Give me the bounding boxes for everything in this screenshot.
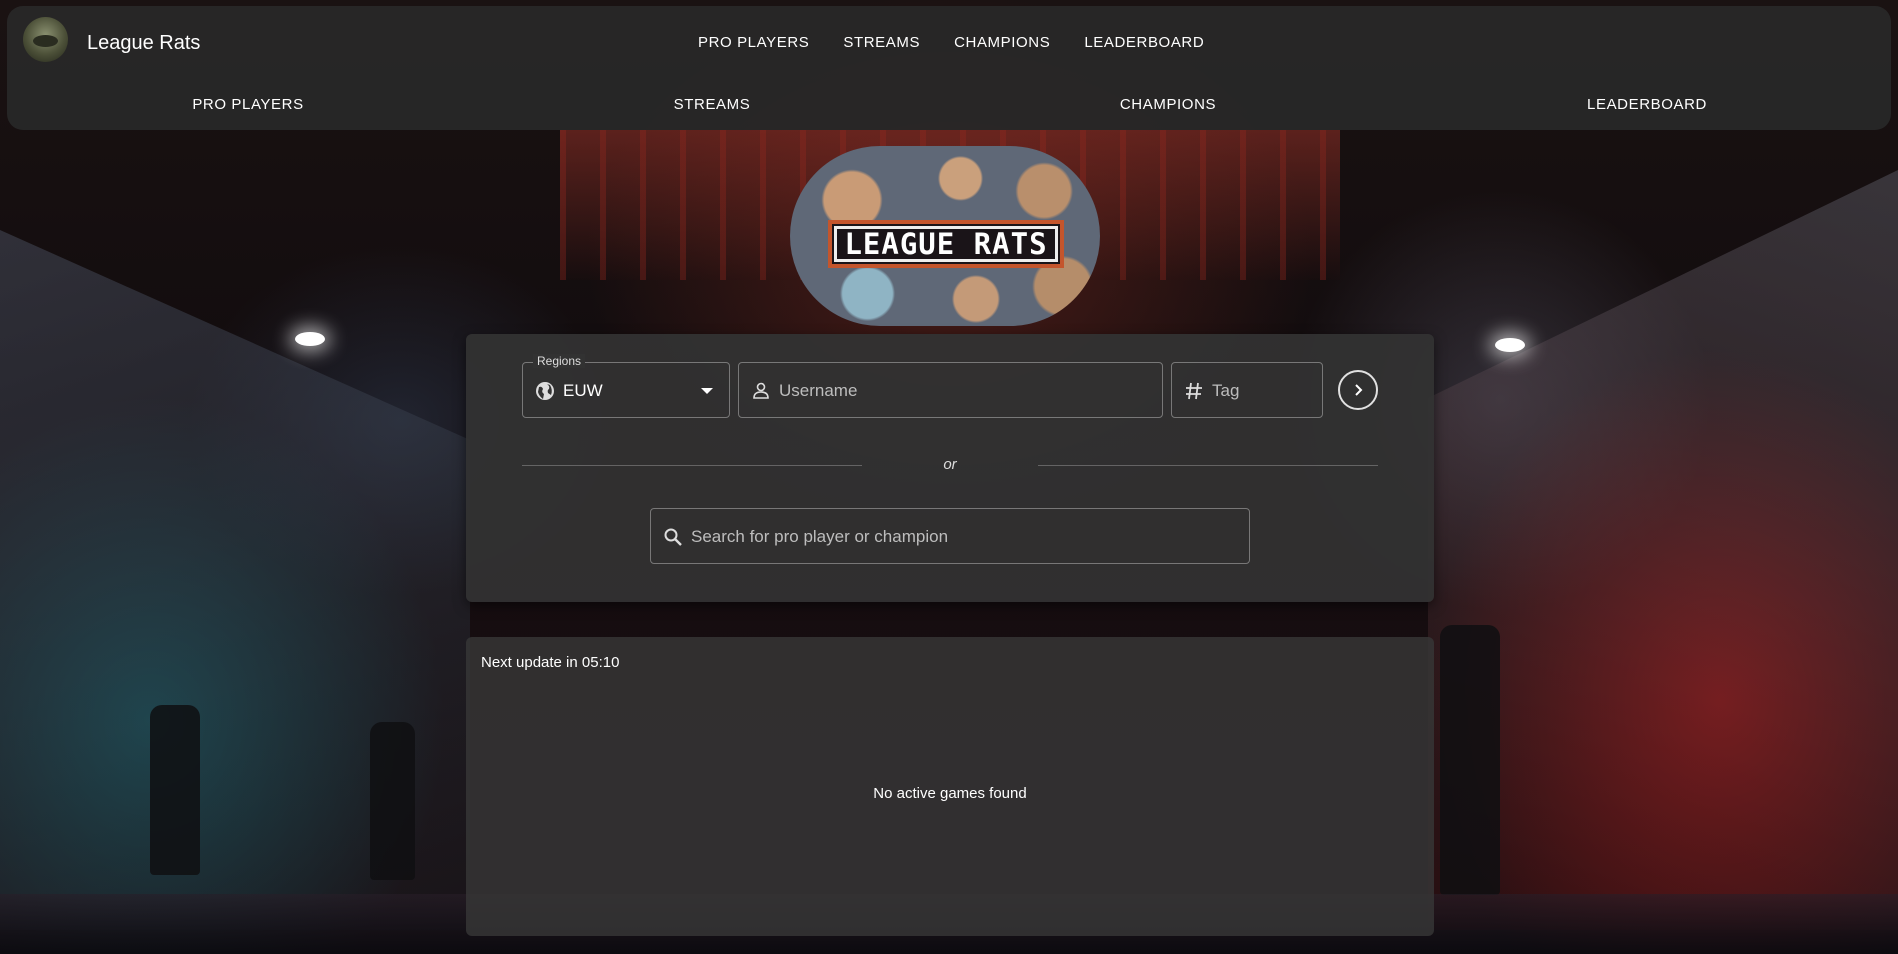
divider-left bbox=[522, 465, 862, 466]
player-silhouette bbox=[1440, 625, 1500, 895]
league-rats-logo: LEAGUE RATS bbox=[790, 146, 1100, 326]
logo-plate: LEAGUE RATS bbox=[828, 220, 1064, 268]
hash-icon bbox=[1184, 381, 1204, 401]
chevron-right-icon bbox=[1355, 384, 1363, 396]
region-label: Regions bbox=[533, 354, 586, 368]
search-icon bbox=[663, 527, 683, 547]
pro-search-field[interactable] bbox=[650, 508, 1250, 564]
player-silhouette bbox=[150, 705, 200, 875]
divider-right bbox=[1038, 465, 1378, 466]
logo-text: LEAGUE RATS bbox=[844, 227, 1048, 261]
top-app-bar: League Rats PRO PLAYERS STREAMS CHAMPION… bbox=[7, 6, 1891, 130]
active-games-panel: Next update in 05:10 No active games fou… bbox=[466, 637, 1434, 936]
globe-icon bbox=[535, 381, 555, 401]
site-title[interactable]: League Rats bbox=[87, 32, 200, 55]
rat-logo-avatar[interactable] bbox=[23, 17, 68, 62]
caret-down-icon[interactable] bbox=[701, 388, 713, 394]
player-silhouette bbox=[370, 722, 415, 880]
search-submit-button[interactable] bbox=[1338, 370, 1378, 410]
divider-or: or bbox=[943, 456, 957, 473]
subnav-leaderboard[interactable]: LEADERBOARD bbox=[1587, 96, 1707, 113]
subnav-streams[interactable]: STREAMS bbox=[674, 96, 751, 113]
nav-champions[interactable]: CHAMPIONS bbox=[954, 34, 1050, 51]
empty-state-message: No active games found bbox=[873, 785, 1027, 802]
username-input[interactable] bbox=[779, 377, 1149, 405]
nav-pro-players[interactable]: PRO PLAYERS bbox=[698, 34, 809, 51]
region-select[interactable]: Regions EUW bbox=[522, 354, 730, 418]
nav-leaderboard[interactable]: LEADERBOARD bbox=[1084, 34, 1204, 51]
region-value: EUW bbox=[563, 381, 603, 400]
subnav-pro-players[interactable]: PRO PLAYERS bbox=[192, 96, 303, 113]
stage-light bbox=[295, 332, 325, 346]
tag-field[interactable] bbox=[1171, 362, 1323, 418]
person-icon bbox=[751, 381, 771, 401]
nav-streams[interactable]: STREAMS bbox=[843, 34, 920, 51]
primary-nav: PRO PLAYERS STREAMS CHAMPIONS LEADERBOAR… bbox=[698, 34, 1238, 51]
subnav-champions[interactable]: CHAMPIONS bbox=[1120, 96, 1216, 113]
username-field[interactable] bbox=[738, 362, 1163, 418]
pro-search-input[interactable] bbox=[691, 523, 1231, 551]
update-countdown: Next update in 05:10 bbox=[481, 654, 620, 671]
tag-input[interactable] bbox=[1212, 377, 1312, 405]
summoner-search-panel: Regions EUW or bbox=[466, 334, 1434, 602]
stage-light bbox=[1495, 338, 1525, 352]
